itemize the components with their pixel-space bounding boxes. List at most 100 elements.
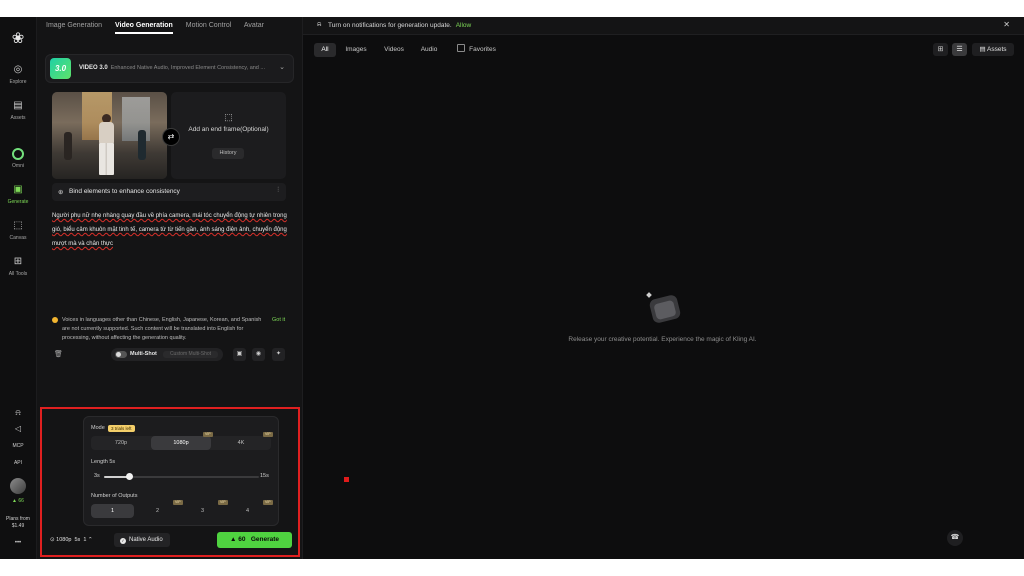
rail-item-label: Explore [9,79,27,85]
plans-badge[interactable]: Plans from $1.49 [3,516,33,530]
filter-audio[interactable]: Audio [416,43,442,57]
settings-sliders-icon[interactable]: ⫶ [277,187,279,195]
generate-icon: ▣ [13,184,23,195]
rail-item-generate[interactable]: ▣ Generate [0,184,36,205]
outputs-label: Number of Outputs [91,493,138,499]
support-icon[interactable]: ☎︎ [947,530,963,546]
rail-item-assets[interactable]: ▤ Assets [0,100,36,121]
generate-cost: 60 [238,536,246,543]
prompt-text: Người phụ nữ nhẹ nhàng quay đầu về phía … [52,213,287,247]
bell-icon: ⍾ [317,21,322,28]
rail-item-label: Omni [12,163,24,169]
allow-link[interactable]: Allow [456,22,472,29]
bind-elements-label: Bind elements to enhance consistency [69,188,180,195]
history-button[interactable]: History [212,148,244,159]
model-title: VIDEO 3.0 [79,65,108,71]
megaphone-icon[interactable]: ◁ [0,424,36,433]
model-selector[interactable]: 3.0 VIDEO 3.0 Enhanced Native Audio, Impr… [45,54,294,83]
settings-summary-button[interactable]: ⊙ 1080p 5s 1 ⌃ [50,534,110,546]
location-pin-icon[interactable]: ◉ [252,348,265,361]
link-icon: ⊕ [58,189,64,196]
app-window: ❀ ◎ Explore ▤ Assets Omni ▣ Generate ⬚ C… [0,17,1024,559]
grid-view-icon[interactable]: ⊞ [933,43,948,56]
summary-count: 1 [83,537,87,543]
rail-item-explore[interactable]: ◎ Explore [0,64,36,85]
check-icon: ✓ [120,538,126,544]
slider-thumb[interactable] [126,473,134,480]
empty-state-icon [645,292,683,327]
start-frame-image[interactable] [52,92,167,179]
add-image-icon: ⬚ [224,112,233,122]
plans-line1: Plans from [6,516,30,522]
credits-count[interactable]: ▲ 66 [0,498,36,504]
list-view-icon[interactable]: ☰ [952,43,967,56]
magic-wand-icon[interactable]: ✦ [272,348,285,361]
left-rail: ❀ ◎ Explore ▤ Assets Omni ▣ Generate ⬚ C… [0,17,37,559]
kling-logo-icon[interactable]: ❀ [9,30,27,48]
outputs-1[interactable]: 1 [91,504,134,518]
swap-frames-icon[interactable]: ⇄ [162,128,180,146]
assets-button[interactable]: ▤ Assets [972,43,1014,56]
outputs-2[interactable]: 2 [136,504,179,518]
generation-panel: Image Generation Video Generation Motion… [37,17,303,559]
notification-banner: ⍾ Turn on notifications for generation u… [303,17,1024,35]
trial-badge: 3 trials left [108,425,135,432]
favorites-checkbox[interactable]: Favorites [454,43,499,57]
end-frame-label: Add an end frame(Optional) [188,126,269,133]
grid-icon: ⊞ [13,256,23,267]
vip-tag: VIP [173,500,183,505]
rail-item-all-tools[interactable]: ⊞ All Tools [0,256,36,277]
tab-image-generation[interactable]: Image Generation [46,22,102,29]
got-it-button[interactable]: Got it [272,316,285,325]
tab-video-generation[interactable]: Video Generation [115,22,173,34]
bell-icon[interactable]: ⍾ [0,408,36,418]
chevron-up-icon: ⌃ [87,537,93,543]
plans-price: $1.49 [11,523,25,529]
cursor-marker [344,477,349,482]
multishot-control[interactable]: Multi-Shot Custom Multi-Shot [111,348,223,361]
rail-item-omni[interactable]: Omni [0,148,36,169]
warning-icon [52,317,58,323]
resolution-4k[interactable]: 4K [211,436,271,450]
rail-item-label: All Tools [8,271,28,277]
mcp-link[interactable]: MCP [0,443,36,449]
filter-videos[interactable]: Videos [379,43,409,57]
assets-label: Assets [987,46,1007,53]
chevron-down-icon: ⌄ [279,64,285,71]
tab-motion-control[interactable]: Motion Control [186,22,232,29]
generation-settings-popup: Mode 3 trials left 720p 1080p 4K VIP VIP… [83,416,279,526]
resolution-1080p[interactable]: 1080p [151,436,211,450]
rail-item-label: Generate [7,199,29,205]
length-slider[interactable] [104,473,259,480]
generate-button[interactable]: ▲ 60 Generate [217,532,292,548]
filter-images[interactable]: Images [341,43,371,57]
mode-label: Mode [91,425,105,431]
custom-multishot-button[interactable]: Custom Multi-Shot [163,351,218,358]
tab-avatar[interactable]: Avatar [244,22,264,29]
canvas-icon: ⬚ [13,220,23,231]
close-icon[interactable]: ✕ [1003,20,1010,29]
settings-icon: ⊙ [50,537,55,543]
more-icon[interactable]: ••• [0,540,36,546]
api-link[interactable]: API [0,460,36,466]
outputs-selector: 1 2 3 4 VIP VIP VIP [91,500,273,518]
native-audio-toggle[interactable]: ✓ Native Audio [114,533,170,547]
vip-tag: VIP [263,432,273,437]
bind-elements-bar[interactable]: ⊕ Bind elements to enhance consistency ⫶ [52,183,286,201]
image-tool-icon[interactable]: ▣ [233,348,246,361]
outputs-3[interactable]: 3 [181,504,224,518]
end-frame-slot[interactable]: ⬚ Add an end frame(Optional) History [171,92,286,179]
multishot-label: Multi-Shot [130,351,157,357]
trash-icon[interactable]: 🗑︎ [54,350,63,358]
prompt-input[interactable]: Người phụ nữ nhẹ nhàng quay đầu về phía … [52,209,288,251]
avatar[interactable] [10,478,26,494]
filter-all[interactable]: All [314,43,336,57]
resolution-720p[interactable]: 720p [91,436,151,450]
multishot-toggle[interactable] [115,351,127,358]
checkbox-icon [457,44,466,52]
notice-text: Turn on notifications for generation upd… [328,22,471,29]
length-min: 3s [94,473,100,479]
vip-tag: VIP [263,500,273,505]
rail-item-canvas[interactable]: ⬚ Canvas [0,220,36,241]
outputs-4[interactable]: 4 [226,504,269,518]
